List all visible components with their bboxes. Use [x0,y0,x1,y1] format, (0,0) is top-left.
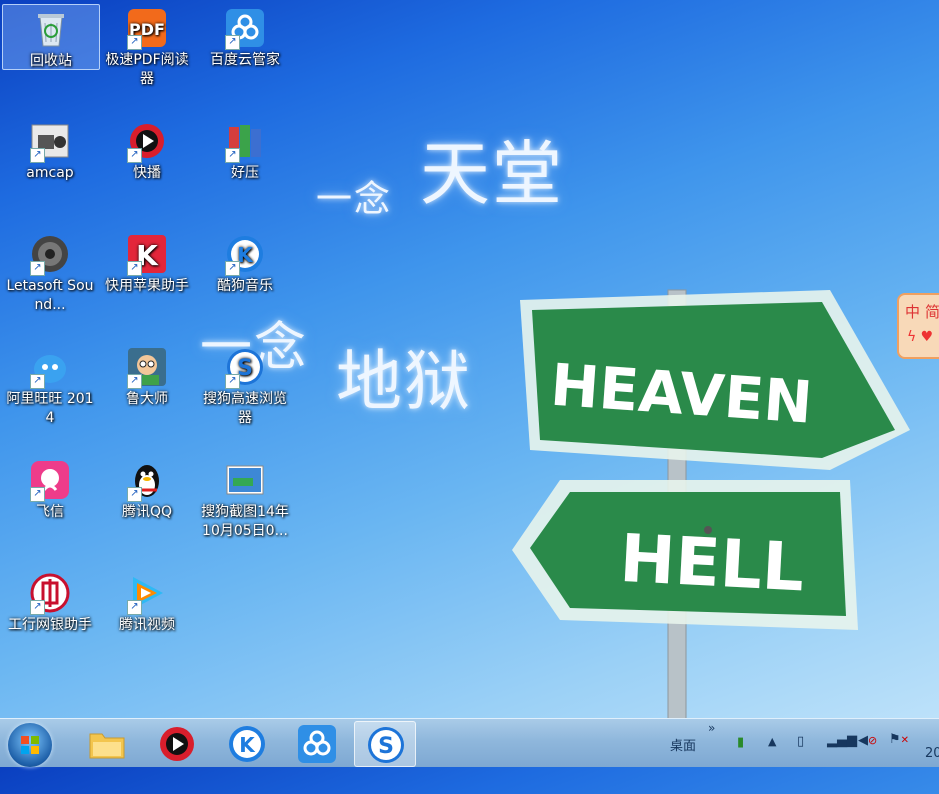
wallpaper-text-heaven-prefix: 一念 [316,179,393,220]
desktop-icon-kuaiyong[interactable]: K ↗ 快用苹果助手 [99,230,195,296]
wallpaper-text-heaven: 天堂 [420,133,564,215]
desktop-icon-label: 快用苹果助手 [105,278,189,294]
baidu-cloud-icon: ↗ [225,8,265,50]
start-button[interactable] [8,723,52,767]
svg-text:K: K [239,733,256,757]
svg-text:S: S [378,734,394,759]
volume-muted-icon[interactable]: ◀⊘ [858,733,877,781]
kugou-k-icon: K ↗ [225,234,265,276]
taskbar-file-explorer[interactable] [76,721,136,765]
ime-heart-icon: ϟ ♥ [907,329,934,345]
taskbar-kugou[interactable]: K [216,721,276,765]
desktop-icon-fetion[interactable]: ↗ 飞信 [2,456,98,522]
desktop-icon-label: 百度云管家 [210,52,280,68]
desktop-icon-baidu-cloud[interactable]: ↗ 百度云管家 [197,4,293,70]
sogou-browser-icon: S [368,727,404,763]
desktop-icon-label: 飞信 [36,504,64,520]
qq-penguin-icon: ↗ [127,460,167,502]
clock-text[interactable]: 20 [925,746,939,794]
ime-status-bar[interactable]: 中 简 ϟ ♥ [897,293,939,359]
screenshot-file-icon [225,460,265,500]
desktop-icon-label: 快播 [133,165,161,181]
desktop-icon-sogou-browser[interactable]: S ↗ 搜狗高速浏览器 [197,343,293,428]
ludashi-icon: ↗ [127,347,167,389]
ime-mode-label[interactable]: 中 [905,301,920,322]
taskbar-qvod-player[interactable] [146,721,206,765]
taskbar-sogou-browser[interactable]: S [354,721,416,767]
desktop-icon-letasoft[interactable]: ↗ Letasoft Sound... [2,230,98,315]
ime-variant-label[interactable]: 简 [925,301,939,322]
desktop-icon-label: 极速PDF阅读器 [105,52,189,87]
qvod-player-icon [160,727,194,761]
desktop-icon-label: 酷狗音乐 [217,278,273,294]
toolbar-expand-icon[interactable]: » [708,721,715,769]
desktop-icon-qvod[interactable]: ↗ 快播 [99,117,195,183]
desktop-icon-label: 回收站 [30,53,72,69]
desktop-icon-kugou[interactable]: K ↗ 酷狗音乐 [197,230,293,296]
desktop-icon-amcap[interactable]: ↗ amcap [2,117,98,183]
desktop-icon-haozip[interactable]: ↗ 好压 [197,117,293,183]
aliwangwang-icon: ↗ [30,347,70,389]
desktop-icon-label: amcap [26,165,74,181]
desktop-icon-icbc[interactable]: ↗ 工行网银助手 [2,569,98,635]
taskbar-baidu-cloud[interactable] [286,721,346,765]
speaker-icon: ↗ [30,234,70,276]
pdf-reader-icon: PDF ↗ [127,8,167,50]
desktop-icon-qq[interactable]: ↗ 腾讯QQ [99,456,195,522]
desktop-icon-tencent-video[interactable]: ↗ 腾讯视频 [99,569,195,635]
desktop-icon-label: 搜狗截图14年10月05日0... [201,504,289,539]
desktop-icon-aliwangwang[interactable]: ↗ 阿里旺旺 2014 [2,343,98,428]
haozip-books-icon: ↗ [225,121,265,163]
sign-hell-text: HELL [618,520,806,607]
sogou-browser-icon: S ↗ [225,347,265,389]
wallpaper-text-hell: 地狱 [336,343,472,420]
desktop-icon-label: Letasoft Sound... [6,278,94,313]
fetion-icon: ↗ [30,460,70,502]
desktop-icon-label: 工行网银助手 [8,617,92,633]
desktop-icon-label: 阿里旺旺 2014 [6,391,94,426]
desktop-icon-screenshot-file[interactable]: 搜狗截图14年10月05日0... [197,456,293,541]
folder-icon [89,733,125,759]
tencent-video-icon: ↗ [127,573,167,615]
usb-device-icon[interactable]: ▮ [737,735,744,783]
qvod-player-icon: ↗ [127,121,167,163]
desktop-icon-label: 腾讯QQ [121,504,173,520]
show-hidden-icons-icon[interactable]: ▲ [768,735,776,783]
network-signal-icon[interactable]: ▂▄▆ [827,733,857,781]
desktop-toolbar-label[interactable]: 桌面 [670,735,696,783]
desktop-icon-label: 鲁大师 [126,391,168,407]
kuaiyong-k-icon: K ↗ [127,234,167,276]
desktop-icon-pdf-reader[interactable]: PDF ↗ 极速PDF阅读器 [99,4,195,89]
desktop-icon-ludashi[interactable]: ↗ 鲁大师 [99,343,195,409]
amcap-camera-icon: ↗ [30,121,70,163]
signpost-graphic: HEAVEN HELL [512,289,910,720]
windows-logo-icon [21,736,39,754]
desktop-icon-recycle-bin[interactable]: 回收站 [2,4,100,70]
icbc-icon: ↗ [30,573,70,615]
kugou-icon: K [229,726,265,762]
desktop-icon-label: 搜狗高速浏览器 [203,391,287,426]
action-center-flag-icon[interactable]: ⚑✕ [889,732,909,780]
taskbar: K S 桌面 » ▮ ▲ ▯ ▂▄▆ ◀⊘ ⚑✕ 20 [0,718,939,767]
recycle-bin-icon [31,9,71,49]
desktop-icon-label: 腾讯视频 [119,617,175,633]
power-icon[interactable]: ▯ [797,734,804,782]
baidu-cloud-icon [298,725,336,763]
desktop-icon-label: 好压 [231,165,259,181]
